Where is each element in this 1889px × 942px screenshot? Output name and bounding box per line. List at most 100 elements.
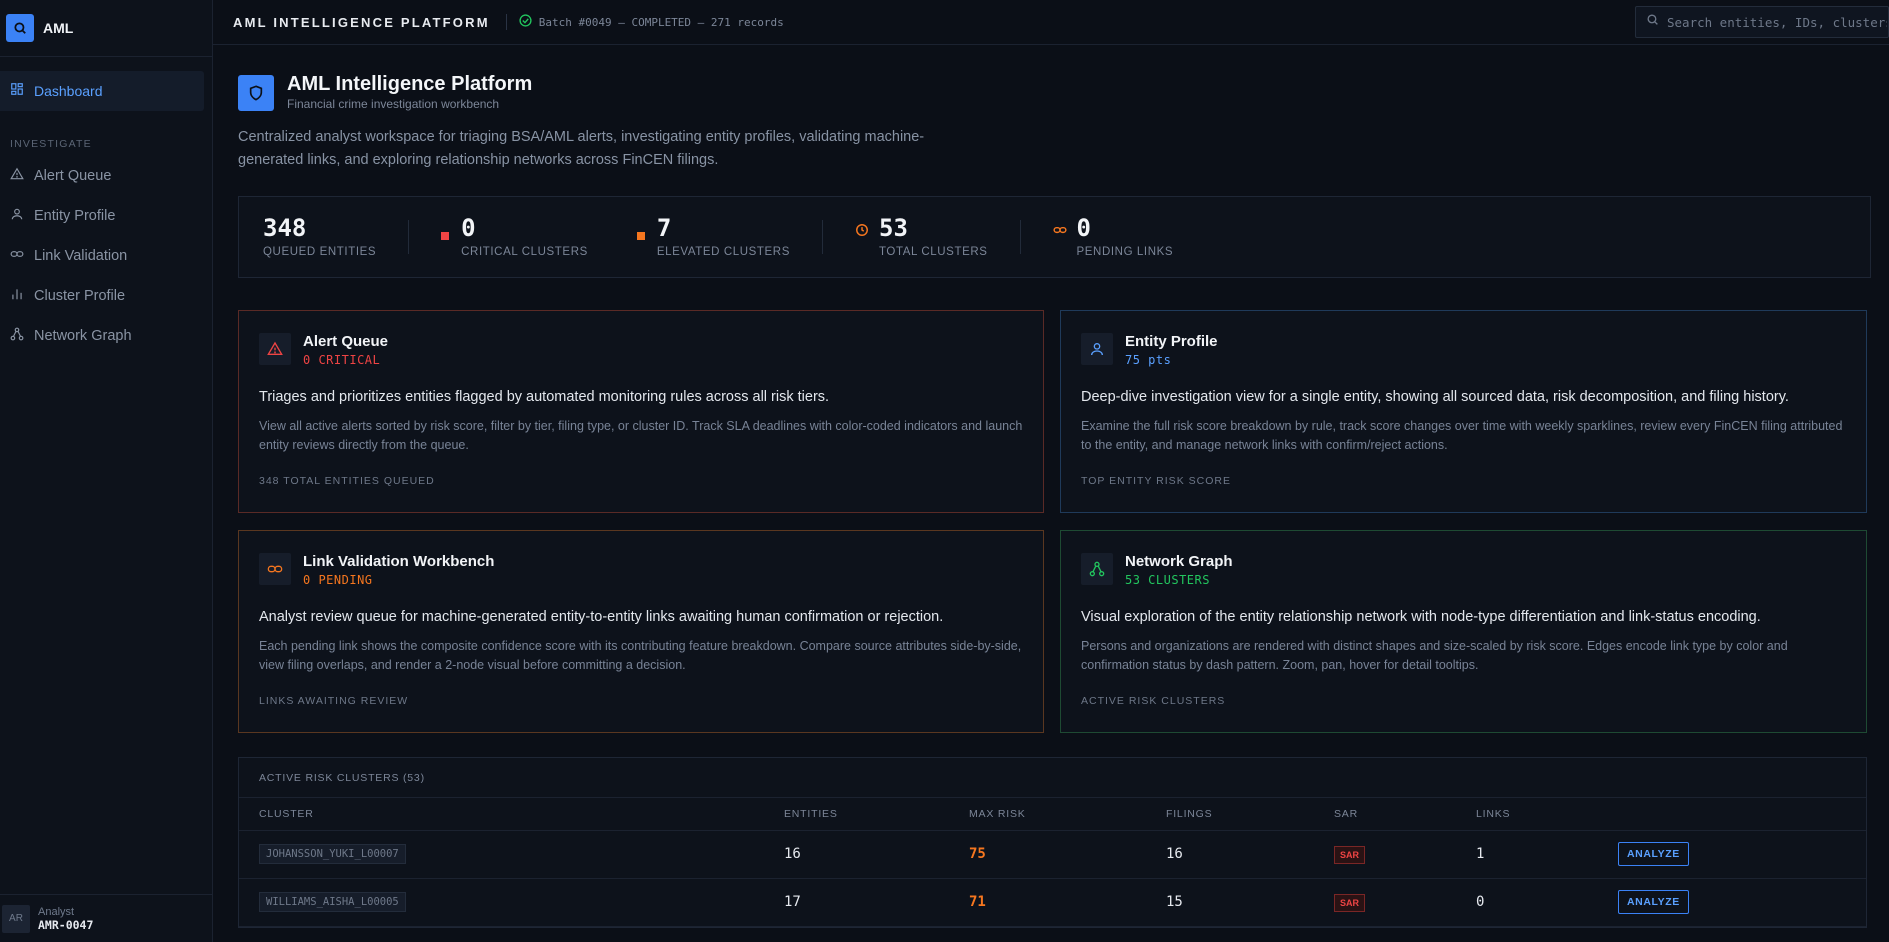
card-body: Examine the full risk score breakdown by… bbox=[1081, 419, 1843, 452]
brand-name: AML bbox=[43, 20, 74, 36]
card-footer: TOP ENTITY RISK SCORE bbox=[1081, 475, 1231, 487]
stat-value: 348 bbox=[263, 214, 307, 242]
card-meta: 0 PENDING bbox=[303, 573, 373, 587]
stat-queued-entities: 348 QUEUED ENTITIES bbox=[263, 215, 376, 259]
sidebar-item-cluster-profile[interactable]: Cluster Profile bbox=[0, 276, 212, 316]
card-title: Alert Queue bbox=[303, 333, 389, 350]
link-icon bbox=[1052, 223, 1077, 242]
stats-bar: 348 QUEUED ENTITIES 0 CRITICAL CLUSTERS bbox=[238, 196, 1871, 278]
stat-total-clusters: 53 TOTAL CLUSTERS bbox=[855, 215, 988, 259]
batch-status-text: Batch #0049 — COMPLETED — 271 records bbox=[538, 15, 784, 29]
card-network-graph[interactable]: Network Graph 53 CLUSTERS Visual explora… bbox=[1060, 530, 1867, 733]
sidebar-item-dashboard[interactable]: Dashboard bbox=[0, 71, 204, 111]
stat-label: ELEVATED CLUSTERS bbox=[656, 246, 790, 258]
card-footer: LINKS AWAITING REVIEW bbox=[259, 695, 409, 707]
platform-title: AML INTELLIGENCE PLATFORM bbox=[233, 14, 490, 30]
main-content: AML INTELLIGENCE PLATFORM Batch #0049 — … bbox=[213, 0, 1889, 942]
card-body: Each pending link shows the composite co… bbox=[259, 639, 1022, 672]
card-meta: 53 CLUSTERS bbox=[1125, 573, 1210, 587]
page-title: AML Intelligence Platform bbox=[287, 73, 533, 95]
brand[interactable]: AML bbox=[0, 0, 212, 57]
card-entity-profile[interactable]: Entity Profile 75 pts Deep-dive investig… bbox=[1060, 310, 1867, 513]
divider bbox=[620, 220, 621, 254]
cell-links: 1 bbox=[1476, 830, 1618, 879]
sidebar: AML Dashboard INVESTIGATE Alert Queue En… bbox=[0, 0, 213, 942]
alert-triangle-icon bbox=[259, 333, 291, 365]
card-footer: ACTIVE RISK CLUSTERS bbox=[1081, 695, 1226, 707]
card-body: Persons and organizations are rendered w… bbox=[1081, 639, 1788, 672]
cluster-id[interactable]: WILLIAMS_AISHA_L00005 bbox=[259, 892, 406, 912]
stat-label: TOTAL CLUSTERS bbox=[879, 246, 988, 258]
sidebar-item-label: Dashboard bbox=[34, 83, 103, 99]
sidebar-item-entity-profile[interactable]: Entity Profile bbox=[0, 196, 212, 236]
stat-value: 0 bbox=[1076, 214, 1091, 242]
stat-critical-clusters: 0 CRITICAL CLUSTERS bbox=[441, 215, 588, 259]
check-circle-icon bbox=[519, 14, 539, 30]
analyze-button[interactable]: ANALYZE bbox=[1618, 890, 1689, 914]
sidebar-item-label: Entity Profile bbox=[34, 208, 116, 224]
column-header[interactable]: MAX RISK bbox=[969, 798, 1166, 831]
card-title: Link Validation Workbench bbox=[303, 553, 495, 570]
stat-label: CRITICAL CLUSTERS bbox=[461, 246, 588, 258]
card-lead: Analyst review queue for machine-generat… bbox=[259, 609, 944, 625]
cell-entities: 17 bbox=[784, 878, 969, 927]
clock-icon bbox=[855, 223, 879, 242]
divider bbox=[408, 220, 410, 254]
search-icon bbox=[6, 14, 34, 42]
stat-value: 0 bbox=[461, 214, 476, 242]
column-header[interactable]: LINKS bbox=[1476, 798, 1618, 831]
table-row[interactable]: JOHANSSON_YUKI_L00007 16 75 16 SAR 1 ANA… bbox=[239, 830, 1866, 879]
card-meta: 75 pts bbox=[1125, 353, 1172, 367]
search-icon bbox=[1646, 13, 1659, 31]
divider bbox=[822, 220, 823, 254]
stat-pending-links: 0 PENDING LINKS bbox=[1052, 214, 1174, 259]
bar-chart-icon bbox=[10, 287, 24, 306]
shield-icon bbox=[238, 75, 274, 111]
column-header[interactable]: FILINGS bbox=[1166, 798, 1334, 831]
card-lead: Visual exploration of the entity relatio… bbox=[1081, 609, 1761, 625]
card-alert-queue[interactable]: Alert Queue 0 CRITICAL Triages and prior… bbox=[238, 310, 1044, 513]
cell-links: 0 bbox=[1476, 878, 1618, 927]
analyze-button[interactable]: ANALYZE bbox=[1618, 842, 1689, 866]
sidebar-item-network-graph[interactable]: Network Graph bbox=[0, 316, 212, 356]
topbar: AML INTELLIGENCE PLATFORM Batch #0049 — … bbox=[213, 0, 1889, 45]
card-title: Entity Profile bbox=[1125, 333, 1218, 350]
grid-icon bbox=[10, 82, 24, 101]
sidebar-item-label: Link Validation bbox=[34, 248, 128, 264]
clusters-table: ACTIVE RISK CLUSTERS (53) CLUSTER ENTITI… bbox=[238, 757, 1867, 928]
cell-filings: 16 bbox=[1166, 830, 1334, 879]
card-body: View all active alerts sorted by risk sc… bbox=[259, 419, 1023, 452]
cluster-id[interactable]: JOHANSSON_YUKI_L00007 bbox=[259, 844, 406, 864]
user-id: AMR-0047 bbox=[38, 917, 94, 932]
search-box[interactable] bbox=[1635, 6, 1889, 38]
cell-max-risk: 71 bbox=[969, 878, 1166, 927]
stat-value: 7 bbox=[656, 214, 672, 242]
user-icon bbox=[1081, 333, 1113, 365]
column-header[interactable]: CLUSTER bbox=[239, 798, 784, 831]
card-lead: Triages and prioritizes entities flagged… bbox=[259, 389, 830, 405]
column-header[interactable]: ENTITIES bbox=[784, 798, 969, 831]
card-lead: Deep-dive investigation view for a singl… bbox=[1081, 389, 1789, 405]
table-row[interactable]: WILLIAMS_AISHA_L00005 17 71 15 SAR 0 ANA… bbox=[239, 878, 1866, 927]
stat-elevated-clusters: 7 ELEVATED CLUSTERS bbox=[636, 214, 790, 259]
page-header: AML Intelligence Platform Financial crim… bbox=[238, 73, 1871, 111]
sidebar-item-link-validation[interactable]: Link Validation bbox=[0, 236, 212, 276]
stat-label: PENDING LINKS bbox=[1076, 246, 1174, 258]
column-header[interactable]: SAR bbox=[1334, 798, 1476, 831]
user-profile[interactable]: AR Analyst AMR-0047 bbox=[0, 894, 212, 942]
card-link-validation[interactable]: Link Validation Workbench 0 PENDING Anal… bbox=[238, 530, 1044, 733]
table-title: ACTIVE RISK CLUSTERS (53) bbox=[239, 758, 1866, 798]
divider bbox=[505, 14, 507, 30]
stat-label: QUEUED ENTITIES bbox=[263, 246, 377, 258]
sidebar-item-label: Network Graph bbox=[34, 328, 132, 344]
sidebar-item-alert-queue[interactable]: Alert Queue bbox=[0, 156, 212, 196]
sidebar-item-label: Cluster Profile bbox=[34, 288, 126, 304]
module-cards: Alert Queue 0 CRITICAL Triages and prior… bbox=[238, 310, 1871, 733]
cell-entities: 16 bbox=[784, 830, 969, 879]
batch-status: Batch #0049 — COMPLETED — 271 records bbox=[519, 14, 784, 30]
alert-triangle-icon bbox=[10, 167, 24, 186]
card-title: Network Graph bbox=[1125, 553, 1233, 570]
search-input[interactable] bbox=[1667, 14, 1887, 30]
nav-section-label: INVESTIGATE bbox=[10, 138, 92, 150]
sar-badge: SAR bbox=[1334, 845, 1366, 864]
